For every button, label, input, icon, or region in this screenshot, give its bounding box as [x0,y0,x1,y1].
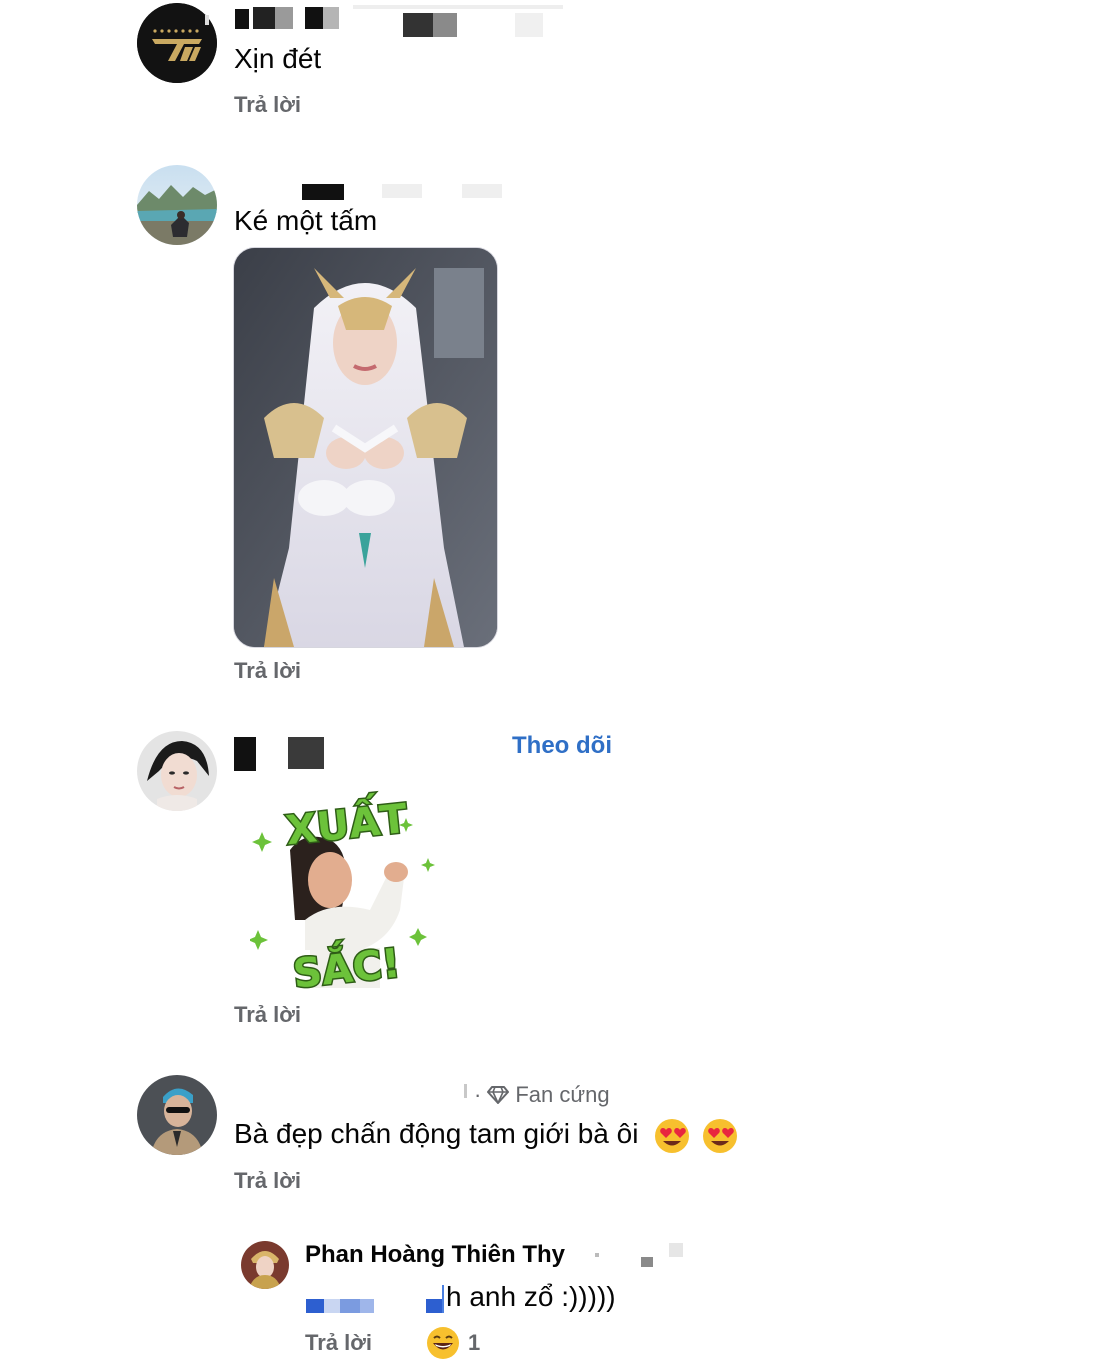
diamond-icon [487,1086,510,1104]
comment-text-content: Bà đẹp chấn động tam giới bà ôi [234,1118,639,1149]
reply-button[interactable]: Trả lời [234,92,301,118]
man-avatar-image [137,1075,217,1155]
author-name[interactable]: Phan Hoàng Thiên Thy [305,1241,565,1269]
comment-text: Xịn đét [234,43,322,74]
comment-photo[interactable] [233,247,498,648]
sticker-image: XUẤT SẮC! [248,786,435,999]
redacted-name [205,5,565,37]
laughing-emoji-icon [427,1327,459,1359]
follow-button[interactable]: Theo dõi [512,732,612,760]
reply-button[interactable]: Trả lời [234,1002,301,1028]
fan-badge-label: Fan cứng [515,1082,610,1107]
author-avatar-image [241,1241,289,1289]
avatar-man[interactable] [137,1075,217,1155]
reaction-summary[interactable]: 1 [426,1326,480,1360]
reaction-count: 1 [468,1330,481,1355]
fan-badge: · Fan cứng [474,1082,610,1108]
separator: · [474,1082,482,1107]
comment-sticker[interactable]: XUẤT SẮC! [248,770,440,999]
reply-button[interactable]: Trả lời [305,1330,372,1356]
reply-button[interactable]: Trả lời [234,658,301,684]
sticker-text-top: XUẤT [283,788,410,854]
comment-text: Bà đẹp chấn động tam giới bà ôi [234,1117,738,1154]
heart-eyes-emoji-icon [702,1118,737,1153]
reply-text: h anh zổ :))))) [446,1281,616,1312]
comment-text: Ké một tấm [234,205,378,236]
redacted-meta [595,1243,690,1273]
avatar-author[interactable] [241,1241,289,1289]
redacted-name [300,180,510,202]
heart-eyes-emoji-icon [655,1118,690,1153]
woman-avatar-image [137,731,217,811]
avatar-landscape[interactable] [137,165,217,245]
avatar-woman[interactable] [137,731,217,811]
reply-button[interactable]: Trả lời [234,1168,301,1194]
redacted-mention [306,1285,446,1315]
redacted-name [234,737,334,771]
cosplay-photo-image [234,248,497,647]
landscape-avatar-image [137,165,217,245]
